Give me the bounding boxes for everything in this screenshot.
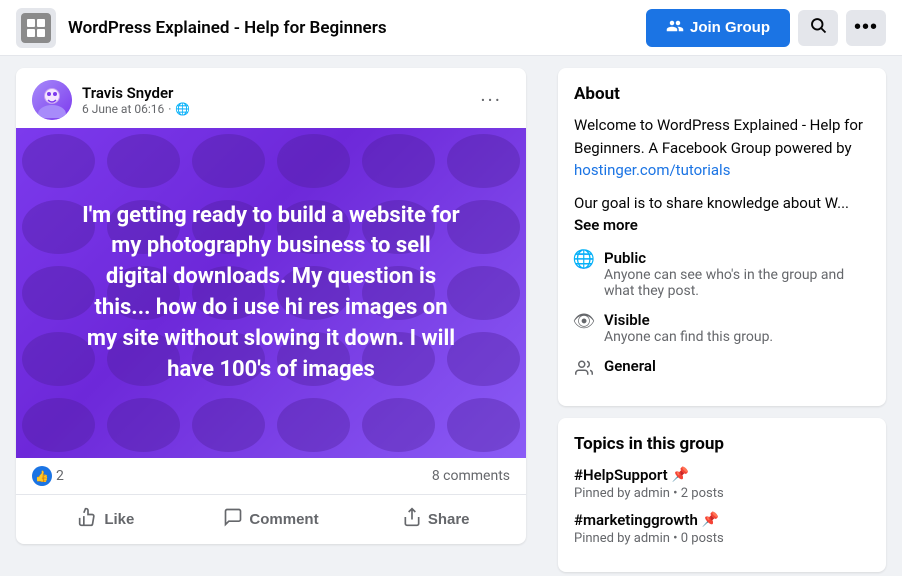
topics-title: Topics in this group (574, 434, 870, 454)
post-date: 6 June at 06:16 (82, 102, 164, 116)
privacy-icon: 🌐 (175, 102, 190, 116)
search-icon (809, 16, 827, 39)
like-reaction-icon: 👍 (32, 466, 52, 486)
like-label: Like (104, 511, 134, 528)
topic-meta-marketing: Pinned by admin • 0 posts (574, 531, 870, 546)
topic-item-marketing: #marketinggrowth 📌 Pinned by admin • 0 p… (574, 511, 870, 546)
top-header: WordPress Explained - Help for Beginners… (0, 0, 902, 56)
general-content: General (604, 357, 870, 375)
more-icon: ••• (854, 16, 878, 39)
about-goal-text: Our goal is to share knowledge about W..… (574, 194, 849, 212)
post-reactions-row: 👍 2 8 comments (16, 458, 526, 495)
see-more-button[interactable]: See more (574, 216, 638, 234)
group-logo (16, 8, 56, 48)
visible-desc: Anyone can find this group. (604, 329, 870, 345)
page-title: WordPress Explained - Help for Beginners (68, 18, 634, 38)
about-card: About Welcome to WordPress Explained - H… (558, 68, 886, 406)
about-title: About (574, 84, 870, 104)
privacy-separator: · (168, 102, 171, 116)
public-content: Public Anyone can see who's in the group… (604, 249, 870, 299)
share-button[interactable]: Share (353, 499, 518, 540)
comment-label: Comment (249, 511, 318, 528)
topic-tag-marketing[interactable]: #marketinggrowth 📌 (574, 511, 870, 529)
topic-meta-helpsupport: Pinned by admin • 2 posts (574, 486, 870, 501)
post-header: Travis Snyder 6 June at 06:16 · 🌐 ··· (16, 68, 526, 128)
about-link[interactable]: hostinger.com/tutorials (574, 161, 730, 179)
about-public: 🌐 Public Anyone can see who's in the gro… (574, 249, 870, 299)
share-label: Share (428, 511, 470, 528)
public-icon: 🌐 (574, 250, 594, 270)
post-image: I'm getting ready to build a website for… (16, 128, 526, 458)
comment-button[interactable]: Comment (189, 499, 354, 540)
right-sidebar: About Welcome to WordPress Explained - H… (542, 56, 902, 576)
topics-card: Topics in this group #HelpSupport 📌 Pinn… (558, 418, 886, 572)
post-card: Travis Snyder 6 June at 06:16 · 🌐 ··· (16, 68, 526, 544)
share-icon (402, 507, 422, 532)
public-desc: Anyone can see who's in the group and wh… (604, 267, 870, 299)
avatar (32, 80, 72, 120)
topic-tag-label: #HelpSupport (574, 466, 668, 484)
post-image-text: I'm getting ready to build a website for… (41, 177, 501, 410)
post-username[interactable]: Travis Snyder (82, 84, 462, 102)
about-intro: Welcome to WordPress Explained - Help fo… (574, 114, 870, 182)
join-group-label: Join Group (690, 19, 770, 36)
feed-area: Travis Snyder 6 June at 06:16 · 🌐 ··· (0, 56, 542, 576)
about-general: General (574, 357, 870, 378)
post-user-info: Travis Snyder 6 June at 06:16 · 🌐 (82, 84, 462, 116)
topic-tag-label-marketing: #marketinggrowth (574, 511, 698, 529)
search-button[interactable] (798, 10, 838, 46)
more-options-button[interactable]: ••• (846, 10, 886, 46)
general-title: General (604, 357, 870, 375)
visible-title: Visible (604, 311, 870, 329)
visible-icon: 👁 (574, 312, 594, 332)
join-group-icon (666, 17, 684, 39)
comment-icon (223, 507, 243, 532)
like-button[interactable]: Like (24, 499, 189, 540)
topic-pin-icon-marketing: 📌 (702, 512, 719, 528)
visible-content: Visible Anyone can find this group. (604, 311, 870, 345)
group-logo-icon (21, 13, 51, 43)
reactions-left: 👍 2 (32, 466, 64, 486)
post-actions: Like Comment Share (16, 495, 526, 544)
about-intro-text: Welcome to WordPress Explained - Help fo… (574, 116, 863, 157)
topic-tag-helpsupport[interactable]: #HelpSupport 📌 (574, 466, 870, 484)
general-icon (574, 358, 594, 378)
topic-item-helpsupport: #HelpSupport 📌 Pinned by admin • 2 posts (574, 466, 870, 501)
header-actions: Join Group ••• (646, 9, 886, 47)
reactions-count: 2 (56, 468, 64, 484)
about-goal: Our goal is to share knowledge about W..… (574, 192, 870, 237)
about-visible: 👁 Visible Anyone can find this group. (574, 311, 870, 345)
post-more-button[interactable]: ··· (472, 84, 510, 116)
join-group-button[interactable]: Join Group (646, 9, 790, 47)
comments-count[interactable]: 8 comments (432, 468, 510, 484)
topic-pin-icon: 📌 (672, 467, 689, 483)
like-icon (78, 507, 98, 532)
main-layout: Travis Snyder 6 June at 06:16 · 🌐 ··· (0, 56, 902, 576)
post-meta: 6 June at 06:16 · 🌐 (82, 102, 462, 116)
public-title: Public (604, 249, 870, 267)
